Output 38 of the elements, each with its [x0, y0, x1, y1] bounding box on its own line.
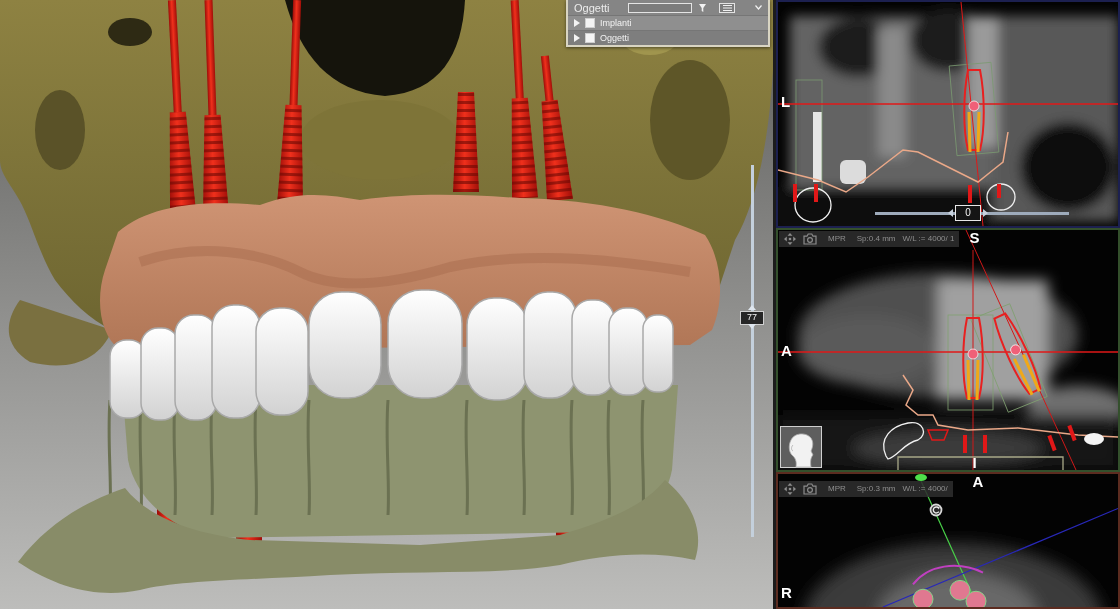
input-field[interactable]: [628, 2, 693, 13]
checkbox[interactable]: [585, 33, 595, 43]
chevron-down-icon[interactable]: [755, 5, 762, 10]
slider-thumb[interactable]: 0: [948, 205, 989, 221]
expand-arrow-icon[interactable]: [574, 19, 580, 27]
checkbox[interactable]: [585, 18, 595, 28]
funnel-icon[interactable]: [699, 3, 707, 12]
object-label: Implanti: [600, 18, 632, 28]
camera-icon[interactable]: [803, 483, 817, 495]
caret-right-icon[interactable]: [983, 209, 989, 217]
orientation-label: S: [969, 230, 980, 245]
caret-down-icon[interactable]: [748, 323, 756, 329]
camera-icon[interactable]: [803, 233, 817, 245]
orientation-label: I: [972, 455, 977, 470]
view-mode-label: MPR: [828, 483, 846, 495]
view-mode-label: MPR: [828, 233, 846, 245]
slider-thumb[interactable]: 77: [739, 303, 765, 332]
rotate-handle-icon[interactable]: [929, 503, 943, 517]
object-row[interactable]: Oggetti: [568, 30, 768, 45]
spacing-label: Sp:0.3 mm: [856, 483, 896, 495]
caret-left-icon[interactable]: [948, 209, 954, 217]
object-label: Oggetti: [600, 33, 630, 43]
orientation-label: A: [972, 474, 984, 489]
expand-arrow-icon[interactable]: [574, 34, 580, 42]
window-level-label: W/L := 4000/: [902, 483, 948, 495]
move-icon[interactable]: [784, 233, 796, 245]
axis-handle-icon[interactable]: [915, 474, 927, 481]
caret-up-icon[interactable]: [748, 304, 756, 310]
slice-slider[interactable]: 0: [875, 205, 1069, 221]
orientation-label: R: [781, 584, 792, 600]
head-orientation-icon[interactable]: [780, 426, 822, 468]
list-icon: [722, 4, 732, 11]
list-button[interactable]: [719, 2, 736, 13]
move-icon[interactable]: [784, 483, 796, 495]
spacing-label: Sp:0.4 mm: [856, 233, 896, 245]
panel-title: Oggetti: [574, 1, 610, 14]
window-level-label: W/L := 4000/ 1: [902, 233, 955, 245]
depth-slider[interactable]: 77: [737, 165, 767, 537]
